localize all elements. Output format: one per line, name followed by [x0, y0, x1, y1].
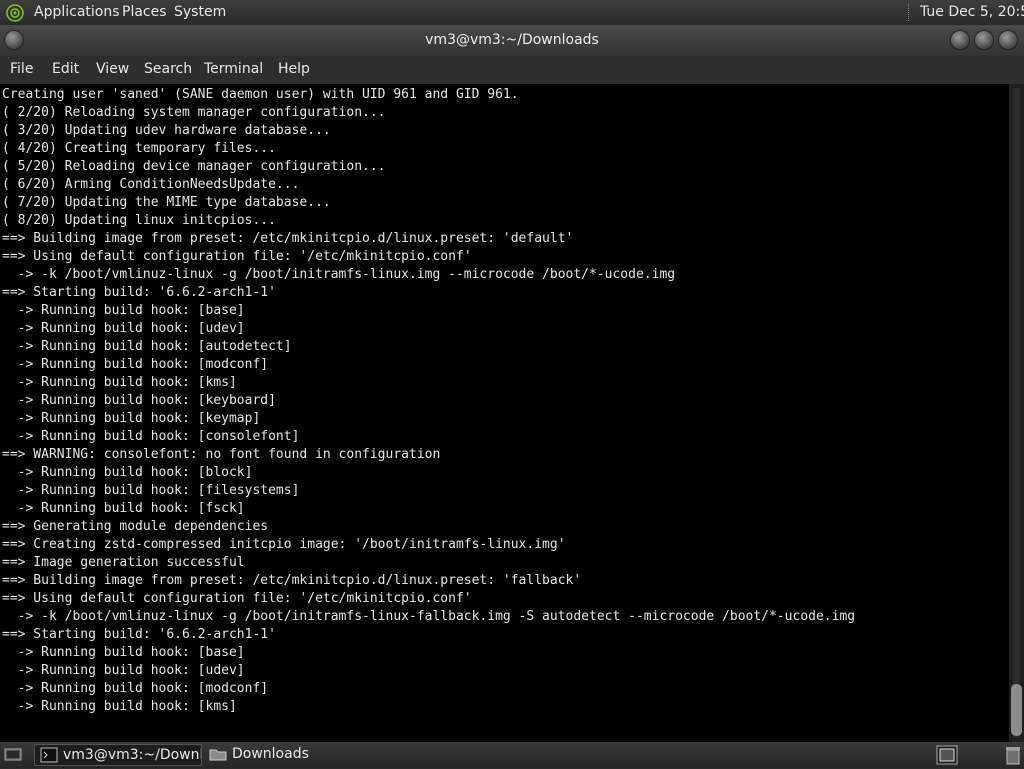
taskbar-item-downloads[interactable]: Downloads [204, 744, 344, 766]
menu-help[interactable]: Help [278, 61, 310, 77]
terminal-line: -> Running build hook: [fsck] [2, 501, 245, 516]
panel-separator [908, 4, 910, 21]
scrollbar-track[interactable] [1013, 88, 1020, 738]
terminal-line: Creating user 'saned' (SANE daemon user)… [2, 87, 519, 102]
terminal-line: -> Running build hook: [udev] [2, 663, 245, 678]
terminal-scrollbar[interactable] [1009, 84, 1024, 742]
taskbar-item-label: vm3@vm3:~/Downl... [63, 747, 202, 763]
terminal-icon [40, 747, 58, 765]
menu-edit[interactable]: Edit [52, 61, 79, 77]
terminal-line: ==> Image generation successful [2, 555, 245, 570]
terminal-line: ==> Starting build: '6.6.2-arch1-1' [2, 627, 276, 642]
terminal-line: ==> Creating zstd-compressed initcpio im… [2, 537, 566, 552]
terminal-line: ==> Building image from preset: /etc/mki… [2, 573, 582, 588]
menu-view[interactable]: View [96, 61, 129, 77]
terminal-line: ( 6/20) Arming ConditionNeedsUpdate... [2, 177, 300, 192]
menu-places[interactable]: Places [122, 4, 167, 20]
trash-icon[interactable] [1005, 745, 1021, 769]
bottom-panel: vm3@vm3:~/Downl... Downloads [0, 742, 1024, 768]
terminal-line: -> Running build hook: [kms] [2, 375, 237, 390]
terminal-line: ( 4/20) Creating temporary files... [2, 141, 276, 156]
terminal-line: -> Running build hook: [modconf] [2, 681, 269, 696]
terminal-line: -> Running build hook: [modconf] [2, 357, 269, 372]
folder-icon [209, 746, 227, 766]
terminal-line: -> Running build hook: [base] [2, 645, 245, 660]
terminal-line: ==> Using default configuration file: '/… [2, 249, 472, 264]
terminal-line: -> Running build hook: [consolefont] [2, 429, 300, 444]
minimize-button[interactable] [951, 31, 969, 49]
terminal-line: -> -k /boot/vmlinuz-linux -g /boot/initr… [2, 609, 856, 624]
terminal-line: -> Running build hook: [keyboard] [2, 393, 276, 408]
window-titlebar[interactable]: vm3@vm3:~/Downloads [0, 25, 1024, 56]
terminal-line: ( 8/20) Updating linux initcpios... [2, 213, 276, 228]
top-panel: Applications Places System Tue Dec 5, 20… [0, 0, 1024, 25]
maximize-button[interactable] [975, 31, 993, 49]
workspace-switcher-icon[interactable] [936, 745, 958, 769]
terminal-line: ( 2/20) Reloading system manager configu… [2, 105, 386, 120]
taskbar-item-terminal[interactable]: vm3@vm3:~/Downl... [34, 744, 202, 766]
taskbar-item-label: Downloads [232, 746, 309, 762]
terminal-output[interactable]: Creating user 'saned' (SANE daemon user)… [0, 84, 1009, 742]
show-desktop-icon[interactable] [4, 747, 22, 767]
terminal-menubar: File Edit View Search Terminal Help [0, 56, 1024, 85]
terminal-line: ( 5/20) Reloading device manager configu… [2, 159, 386, 174]
terminal-line: -> Running build hook: [kms] [2, 699, 237, 714]
terminal-line: ==> Starting build: '6.6.2-arch1-1' [2, 285, 276, 300]
menu-terminal[interactable]: Terminal [204, 61, 263, 77]
window-title: vm3@vm3:~/Downloads [425, 32, 599, 48]
terminal-line: -> Running build hook: [udev] [2, 321, 245, 336]
terminal-line: ==> Building image from preset: /etc/mki… [2, 231, 574, 246]
terminal-line: ( 7/20) Updating the MIME type database.… [2, 195, 331, 210]
menu-search[interactable]: Search [144, 61, 192, 77]
scrollbar-thumb[interactable] [1011, 684, 1022, 736]
terminal-line: -> Running build hook: [block] [2, 465, 253, 480]
terminal-line: -> Running build hook: [autodetect] [2, 339, 292, 354]
terminal-line: -> Running build hook: [keymap] [2, 411, 261, 426]
terminal-line: ==> WARNING: consolefont: no font found … [2, 447, 441, 462]
terminal-line: -> Running build hook: [base] [2, 303, 245, 318]
close-button[interactable] [999, 31, 1017, 49]
terminal-line: ==> Using default configuration file: '/… [2, 591, 472, 606]
terminal-line: -> Running build hook: [filesystems] [2, 483, 300, 498]
terminal-line: ==> Generating module dependencies [2, 519, 269, 534]
terminal-line: ( 3/20) Updating udev hardware database.… [2, 123, 331, 138]
clock[interactable]: Tue Dec 5, 20:54 [920, 4, 1024, 20]
distro-logo-icon[interactable] [5, 3, 25, 23]
menu-applications[interactable]: Applications [34, 4, 120, 20]
menu-system[interactable]: System [174, 4, 226, 20]
menu-file[interactable]: File [10, 61, 33, 77]
terminal-line: -> -k /boot/vmlinuz-linux -g /boot/initr… [2, 267, 676, 282]
